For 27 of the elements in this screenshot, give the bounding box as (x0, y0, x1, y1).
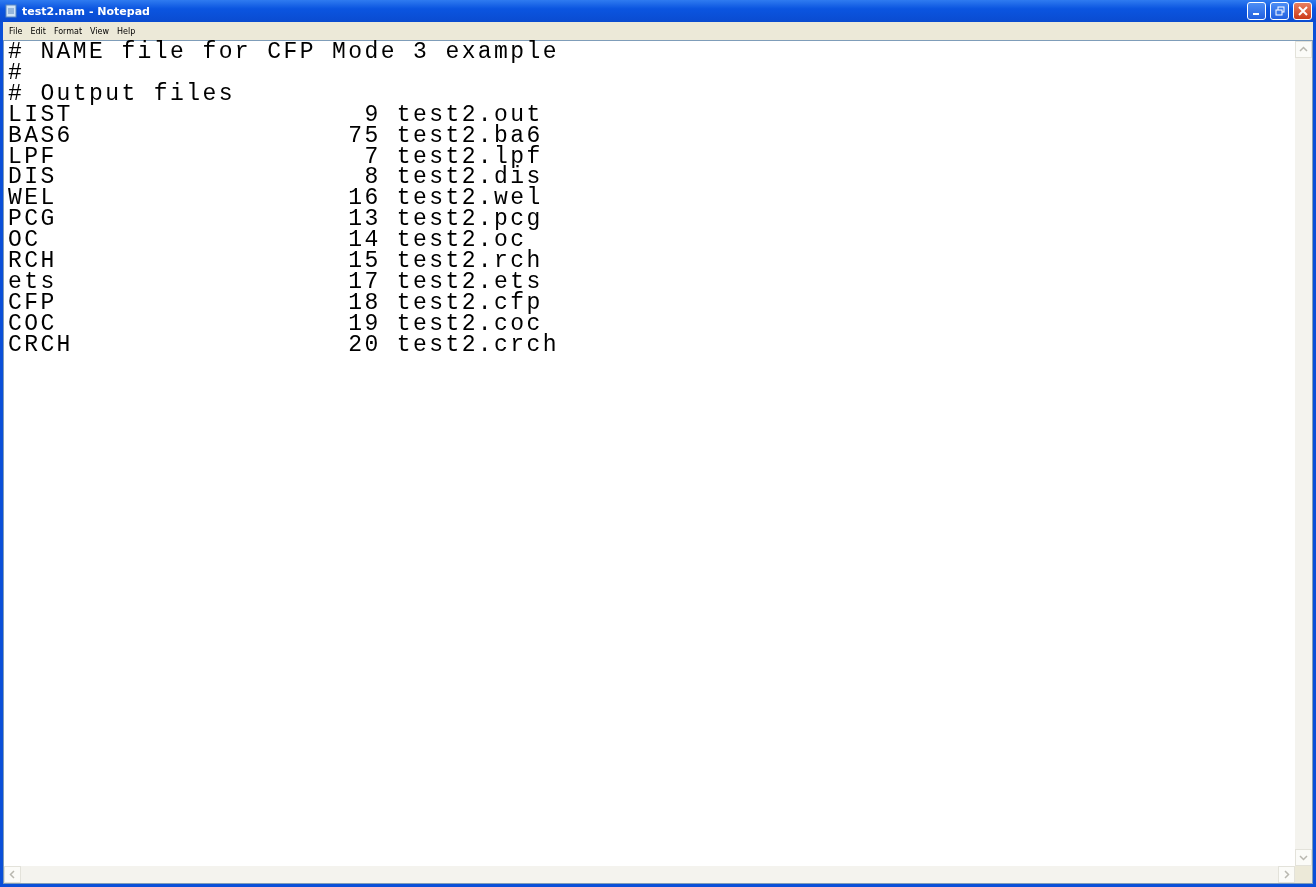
text-line: # Output files (8, 83, 235, 105)
close-button[interactable] (1293, 2, 1312, 20)
scroll-right-icon[interactable] (1278, 866, 1295, 883)
text-line: PCG 13 test2.pcg (8, 209, 543, 231)
window-title: test2.nam - Notepad (22, 4, 151, 18)
text-line: WEL 16 test2.wel (8, 188, 543, 210)
restore-icon (1274, 6, 1285, 16)
notepad-icon (4, 4, 18, 18)
menu-item[interactable]: View (86, 26, 114, 36)
scrollbar-corner (1295, 866, 1312, 883)
text-line: CFP 18 test2.cfp (8, 292, 543, 314)
text-line: OC 14 test2.oc (8, 230, 527, 252)
menu-item[interactable]: File (5, 26, 27, 36)
text-line: COC 19 test2.coc (8, 313, 543, 335)
text-line: RCH 15 test2.rch (8, 251, 543, 272)
scroll-down-icon[interactable] (1295, 849, 1312, 866)
menu-item[interactable]: Format (49, 26, 87, 36)
maximize-button[interactable] (1270, 2, 1289, 20)
close-icon (1297, 6, 1308, 16)
text-line: # NAME file for CFP Mode 3 example (8, 42, 559, 63)
text-line: # (8, 62, 25, 84)
text-line: CRCH 20 test2.crch (8, 334, 559, 356)
minimize-button[interactable] (1247, 2, 1266, 20)
scroll-left-icon[interactable] (4, 866, 21, 883)
scroll-up-icon[interactable] (1295, 41, 1312, 58)
menu-item[interactable]: Help (113, 26, 140, 36)
menu-item[interactable]: Edit (26, 26, 50, 36)
